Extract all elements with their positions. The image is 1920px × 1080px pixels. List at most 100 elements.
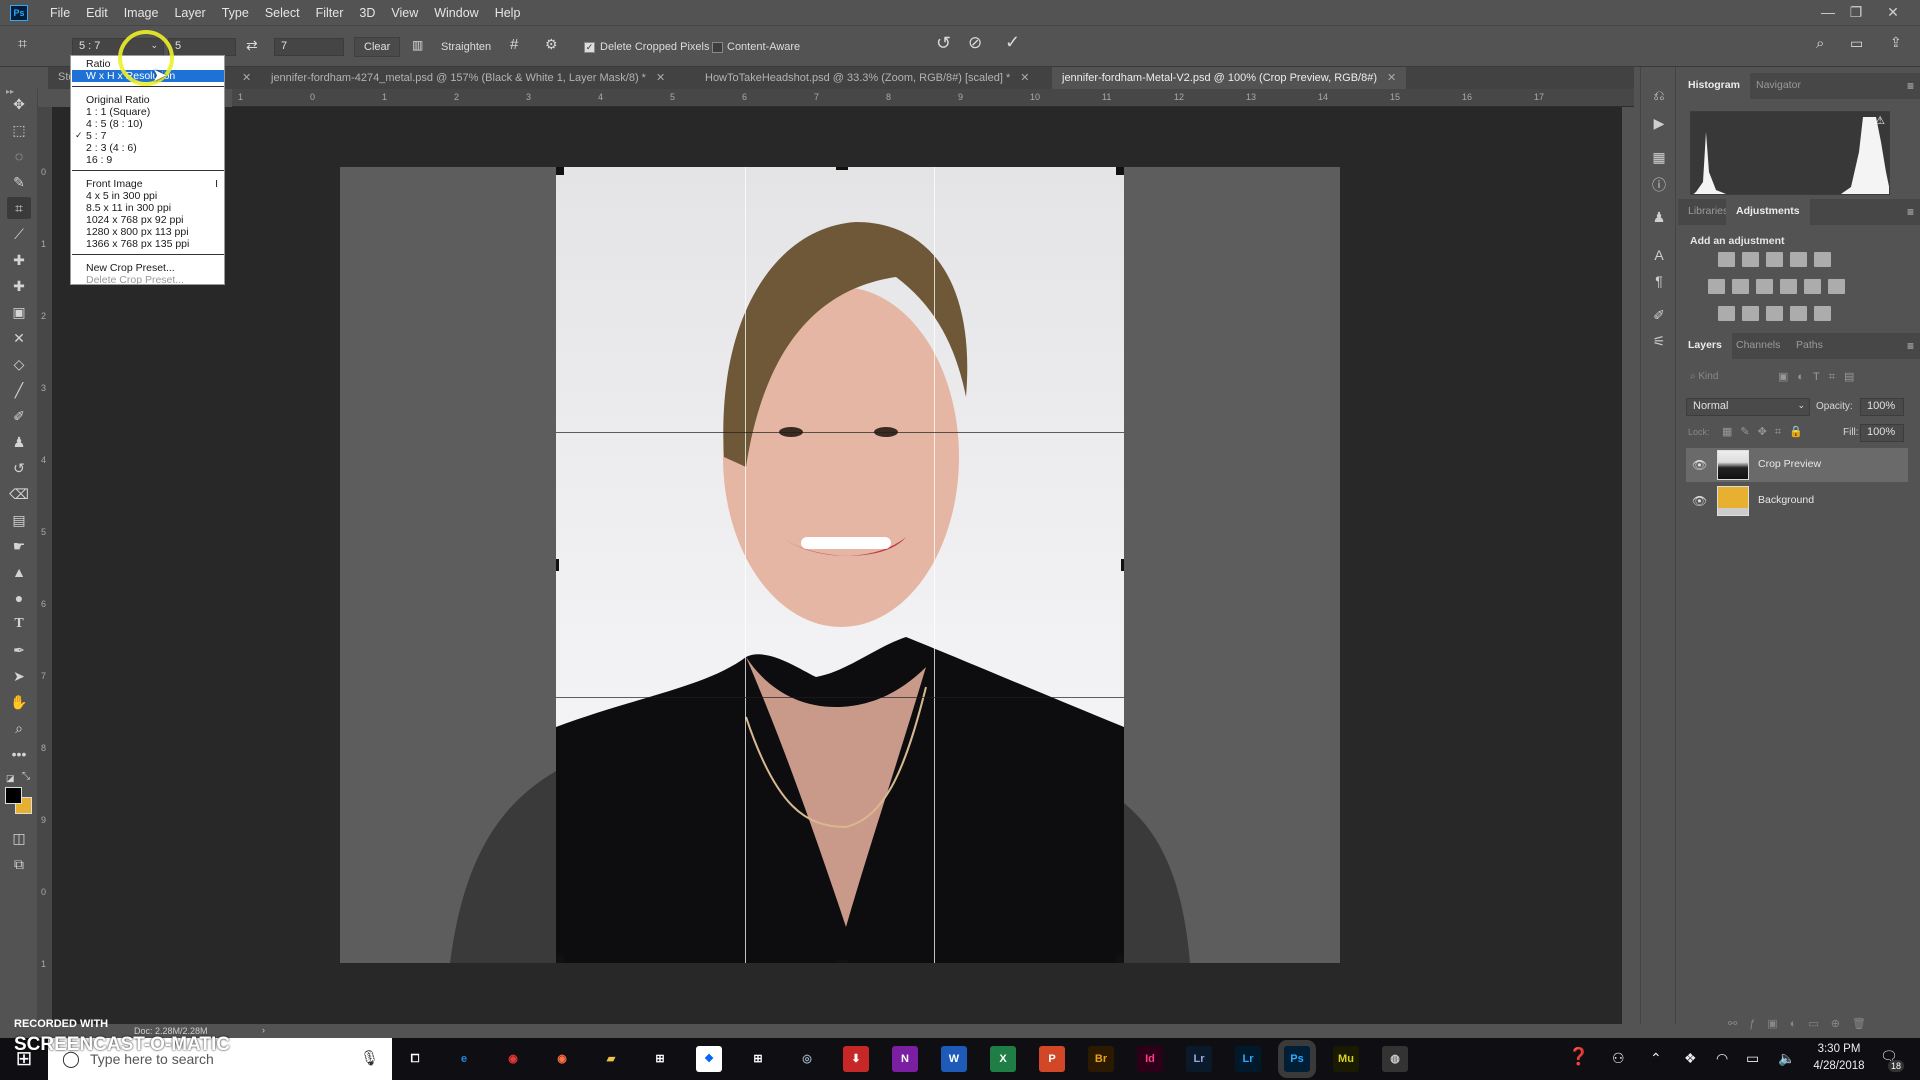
eye-icon[interactable]: 👁 [1692,494,1707,508]
workspace-icon[interactable]: ▭ [1850,35,1863,52]
volume-icon[interactable]: 🔈 [1778,1050,1795,1067]
color-balance-icon[interactable] [1732,279,1749,294]
brightness-contrast-icon[interactable] [1718,252,1735,267]
panel-menu-icon[interactable]: ≡ [1907,79,1914,93]
clock-date[interactable]: 4/28/2018 [1808,1060,1870,1072]
screen-mode-icon[interactable]: ⧉ [7,853,31,875]
hand-tool-icon[interactable]: ✋ [7,691,31,713]
taskbar-app-store-2-icon[interactable]: ⊞ [745,1046,771,1072]
filter-kind-input[interactable]: ⌕ Kind [1690,371,1718,382]
crop-handle-bottom-right[interactable] [1116,955,1124,963]
close-tab-icon[interactable]: ✕ [242,71,251,84]
photo-filter-icon[interactable] [1780,279,1797,294]
type-tool-icon[interactable]: T [7,613,31,635]
show-hidden-icons-icon[interactable]: ⌃ [1650,1050,1662,1067]
pen-tool-icon[interactable]: ✒ [7,639,31,661]
lasso-tool-icon[interactable]: ◌ [7,145,31,167]
cancel-crop-icon[interactable]: ⊘ [968,33,982,53]
brush-settings-panel-icon[interactable]: ⚟ [1647,333,1671,355]
restore-button[interactable]: ❐ [1843,2,1869,22]
history-panel-icon[interactable]: ⎌ [1647,87,1671,109]
menu-file[interactable]: File [42,6,78,20]
tab-document-2[interactable]: jennifer-fordham-4274_metal.psd @ 157% (… [261,67,675,89]
taskbar-app-file-explorer-icon[interactable]: ▰ [598,1046,624,1072]
delete-cropped-checkbox[interactable]: ✓ [584,42,595,53]
menu-view[interactable]: View [383,6,426,20]
eyedropper-tool-icon[interactable]: ⟋ [7,223,31,245]
dropdown-item-size-option[interactable]: 1366 x 768 px 135 ppi [86,238,189,250]
menu-window[interactable]: Window [426,6,486,20]
move-tool-icon[interactable]: ✥ [7,93,31,115]
taskbar-app-store-icon[interactable]: ⊞ [647,1046,673,1072]
dropdown-item-size-option[interactable]: 8.5 x 11 in 300 ppi [86,202,171,214]
swap-colors-icon[interactable]: ⤡ [22,771,30,782]
crop-tool-icon[interactable]: ⌗ [7,197,31,219]
wifi-icon[interactable]: ◠ [1716,1050,1728,1067]
tab-paths[interactable]: Paths [1786,333,1833,359]
path-selection-tool-icon[interactable]: ➤ [7,665,31,687]
reset-icon[interactable]: ↺ [936,33,951,54]
taskbar-app-powerpoint-icon[interactable]: P [1039,1046,1065,1072]
straighten-button[interactable]: Straighten [441,41,491,53]
vibrance-icon[interactable] [1814,252,1831,267]
clone-source-panel-icon[interactable]: ♟ [1647,209,1671,231]
menu-layer[interactable]: Layer [166,6,213,20]
dropdown-item-size-option[interactable]: 1024 x 768 px 92 ppi [86,214,184,226]
crop-handle-bottom[interactable] [836,960,848,963]
paint-bucket-tool-icon[interactable]: ◇ [7,353,31,375]
dropdown-item-ratio-option[interactable]: Original Ratio [86,94,150,106]
dropdown-item-ratio-option[interactable]: 4 : 5 (8 : 10) [86,118,143,130]
gradient-tool-icon[interactable]: ▤ [7,509,31,531]
default-colors-icon[interactable]: ◪ [6,773,15,784]
layer-row-crop-preview[interactable]: 👁 Crop Preview [1686,448,1908,482]
crop-handle-top-left[interactable] [556,167,564,175]
panel-menu-icon[interactable]: ≡ [1907,205,1914,219]
battery-icon[interactable]: ▭ [1746,1050,1759,1067]
new-crop-preset-item[interactable]: New Crop Preset... [86,262,175,274]
dropbox-tray-icon[interactable]: ❖ [1684,1050,1697,1067]
width-field[interactable]: 5 [168,38,236,56]
search-icon[interactable]: ⌕ [1816,35,1824,52]
status-menu-arrow-icon[interactable]: › [262,1025,265,1035]
threshold-icon[interactable] [1766,306,1783,321]
gear-icon[interactable]: ⚙ [545,36,558,53]
clone-stamp-tool-icon[interactable]: ♟ [7,431,31,453]
gradient-map-icon[interactable] [1814,306,1831,321]
crop-handle-top[interactable] [836,167,848,170]
taskbar-app-word-icon[interactable]: W [941,1046,967,1072]
close-tab-icon[interactable]: ✕ [656,72,665,84]
dropdown-item-size-option[interactable]: Front Image [86,178,143,190]
paragraph-panel-icon[interactable]: ¶ [1647,273,1671,295]
minimize-button[interactable]: — [1815,2,1841,22]
dropdown-item-ratio-option[interactable]: 16 : 9 [86,154,112,166]
more-tools-icon[interactable]: ••• [7,743,31,765]
properties-panel-icon[interactable]: ▦ [1647,149,1671,171]
info-panel-icon[interactable]: ⓘ [1647,175,1671,197]
dropdown-item-size-option[interactable]: 1280 x 800 px 113 ppi [86,226,189,238]
taskbar-app-task-view-icon[interactable]: ⧠ [402,1046,428,1072]
panel-menu-icon[interactable]: ≡ [1907,339,1914,353]
close-window-button[interactable]: ✕ [1880,2,1906,22]
hue-saturation-icon[interactable] [1708,279,1725,294]
crop-tool-icon[interactable]: ⌗ [18,36,27,54]
patch-tool-icon[interactable]: ▣ [7,301,31,323]
menu-image[interactable]: Image [116,6,167,20]
commit-crop-icon[interactable]: ✓ [1005,32,1020,53]
eraser-tool-icon[interactable]: ⌫ [7,483,31,505]
layer-row-background[interactable]: 👁 Background [1686,484,1908,518]
taskbar-app-downloader-icon[interactable]: ⬇ [843,1046,869,1072]
character-panel-icon[interactable]: A [1647,247,1671,269]
warning-icon[interactable]: ⚠ [1875,114,1885,127]
taskbar-app-bridge-icon[interactable]: Br [1088,1046,1114,1072]
zoom-tool-icon[interactable]: ⌕ [7,717,31,739]
clock-time[interactable]: 3:30 PM [1812,1043,1866,1055]
taskbar-app-dropbox-icon[interactable]: ❖ [696,1046,722,1072]
black-white-icon[interactable] [1756,279,1773,294]
opacity-field[interactable]: 100% [1860,398,1904,416]
height-field[interactable]: 7 [274,38,344,56]
taskbar-app-muse-icon[interactable]: Mu [1333,1046,1359,1072]
taskbar-app-camera-icon[interactable]: ◍ [1382,1046,1408,1072]
crop-handle-bottom-left[interactable] [556,955,564,963]
taskbar-app-indesign-icon[interactable]: Id [1137,1046,1163,1072]
foreground-color-swatch[interactable] [5,787,22,804]
